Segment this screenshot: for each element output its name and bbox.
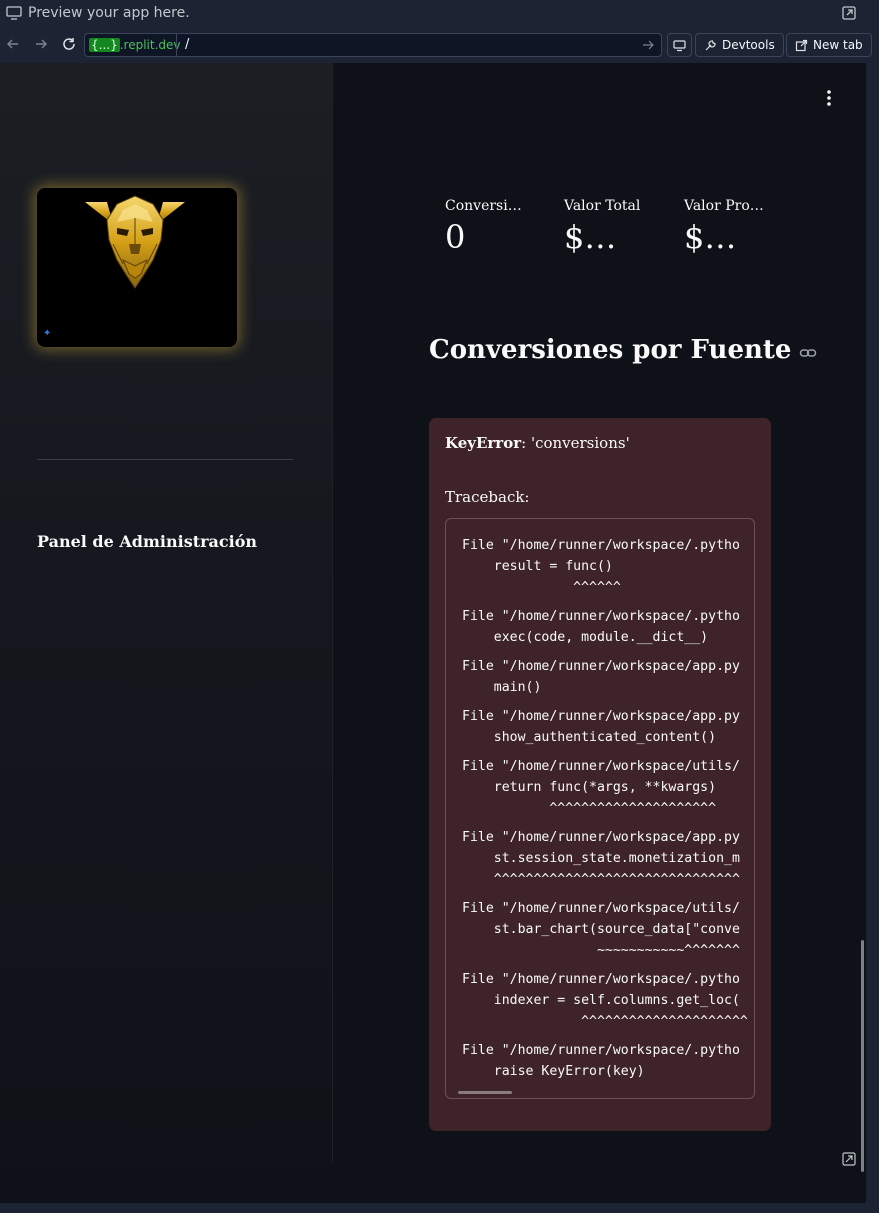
devtools-button[interactable]: Devtools (695, 33, 784, 57)
error-message: KeyError: 'conversions' (445, 434, 630, 452)
error-box: KeyError: 'conversions' Traceback: File … (429, 418, 771, 1131)
traceback-line: File "/home/runner/workspace/.pytho (462, 538, 740, 553)
traceback-line: show_authenticated_content() (462, 730, 717, 745)
url-divider (176, 34, 177, 56)
traceback-frame: File "/home/runner/workspace/utils/ retu… (462, 756, 748, 819)
preview-bar-title: Preview your app here. (28, 5, 190, 21)
traceback-line: return func(*args, **kwargs) (462, 780, 717, 795)
traceback-line: ^^^^^^^^^^^^^^^^^^^^^^^^^^^^^^^ (462, 872, 740, 887)
traceback-line: indexer = self.columns.get_loc( (462, 993, 740, 1008)
traceback-line: File "/home/runner/workspace/utils/ (462, 759, 740, 774)
url-path-input[interactable]: / (185, 36, 189, 54)
traceback-line: File "/home/runner/workspace/.pytho (462, 609, 740, 624)
window-bottom-edge (0, 1203, 879, 1213)
traceback-lines: File "/home/runner/workspace/.pytho resu… (462, 535, 748, 1090)
open-external-icon[interactable] (841, 5, 857, 21)
new-tab-button[interactable]: New tab (786, 33, 872, 57)
traceback-line: File "/home/runner/workspace/utils/ (462, 901, 740, 916)
traceback-frame: File "/home/runner/workspace/app.py show… (462, 706, 748, 748)
traceback-line: ^^^^^^ (462, 580, 621, 595)
traceback-frame: File "/home/runner/workspace/.pytho resu… (462, 535, 748, 598)
device-toggle-button[interactable] (667, 33, 692, 57)
traceback-frame: File "/home/runner/workspace/.pytho rais… (462, 1040, 748, 1082)
sidebar: ✦ Panel de Administración (0, 63, 333, 1163)
traceback-label: Traceback: (445, 488, 530, 506)
traceback-line: ~~~~~~~~~~~^^^^^^^ (462, 943, 740, 958)
traceback-frame: File "/home/runner/workspace/.pytho inde… (462, 969, 748, 1032)
sidebar-title: Panel de Administración (37, 532, 258, 551)
traceback-line: File "/home/runner/workspace/.pytho (462, 1043, 740, 1058)
traceback-line: File "/home/runner/workspace/app.py (462, 709, 740, 724)
traceback-line: st.bar_chart(source_data["conve (462, 922, 740, 937)
external-link-icon (795, 39, 808, 51)
metric-value: $… (564, 218, 617, 256)
traceback-line: ^^^^^^^^^^^^^^^^^^^^^ (462, 1014, 748, 1029)
section-heading: Conversiones por Fuente (429, 335, 817, 365)
traceback-line: ^^^^^^^^^^^^^^^^^^^^^ (462, 801, 717, 816)
main-content: Conversi… 0 Valor Total $… Valor Pro… $…… (334, 63, 866, 1203)
forward-arrow-icon[interactable] (33, 36, 49, 52)
new-tab-label: New tab (813, 38, 863, 52)
sidebar-divider (37, 459, 293, 460)
reload-icon[interactable] (61, 36, 77, 52)
traceback-line: File "/home/runner/workspace/app.py (462, 830, 740, 845)
main-menu-icon[interactable] (824, 89, 834, 107)
traceback-line: File "/home/runner/workspace/app.py (462, 659, 740, 674)
traceback-frame: File "/home/runner/workspace/app.py main… (462, 656, 748, 698)
horizontal-scrollbar[interactable] (458, 1091, 512, 1094)
metric-label: Valor Pro… (684, 198, 764, 214)
lion-logo-card: ✦ (37, 188, 237, 347)
traceback-line: raise KeyError(key) (462, 1064, 645, 1079)
url-bar[interactable]: {...} .replit.dev / (84, 33, 662, 57)
traceback-code-block[interactable]: File "/home/runner/workspace/.pytho resu… (445, 518, 755, 1099)
browser-nav-bar: {...} .replit.dev / Devtools New tab (0, 26, 879, 64)
wrench-icon (705, 39, 716, 50)
traceback-line: st.session_state.monetization_m (462, 851, 740, 866)
go-arrow-icon[interactable] (641, 38, 655, 52)
metric-conversions: Conversi… 0 (445, 198, 555, 256)
traceback-frame: File "/home/runner/workspace/app.py st.s… (462, 827, 748, 890)
traceback-line: result = func() (462, 559, 613, 574)
traceback-line: File "/home/runner/workspace/.pytho (462, 972, 740, 987)
expand-icon[interactable] (842, 1152, 856, 1166)
screen-icon (673, 39, 686, 51)
back-arrow-icon[interactable] (5, 36, 21, 52)
url-domain: {...} .replit.dev (89, 38, 181, 52)
preview-bar: Preview your app here. (0, 0, 879, 26)
anchor-link-icon[interactable] (799, 344, 817, 362)
metric-average-value: Valor Pro… $… (684, 198, 794, 256)
metric-value: $… (684, 218, 737, 256)
lion-logo-icon (85, 195, 185, 289)
metric-label: Valor Total (564, 198, 641, 214)
app-preview: ✦ Panel de Administración Conversi… 0 Va… (0, 63, 866, 1203)
monitor-icon (6, 6, 22, 20)
traceback-frame: File "/home/runner/workspace/.pytho exec… (462, 606, 748, 648)
traceback-line: main() (462, 680, 542, 695)
metric-value: 0 (445, 218, 466, 256)
devtools-label: Devtools (722, 38, 775, 52)
traceback-line: exec(code, module.__dict__) (462, 630, 709, 645)
traceback-frame: File "/home/runner/workspace/utils/ st.b… (462, 898, 748, 961)
window-right-edge (866, 63, 879, 1203)
sparkle-icon: ✦ (43, 328, 52, 339)
section-title: Conversiones por Fuente (429, 335, 792, 365)
vertical-scrollbar[interactable] (861, 940, 864, 1172)
metric-total-value: Valor Total $… (564, 198, 674, 256)
metric-label: Conversi… (445, 198, 522, 214)
